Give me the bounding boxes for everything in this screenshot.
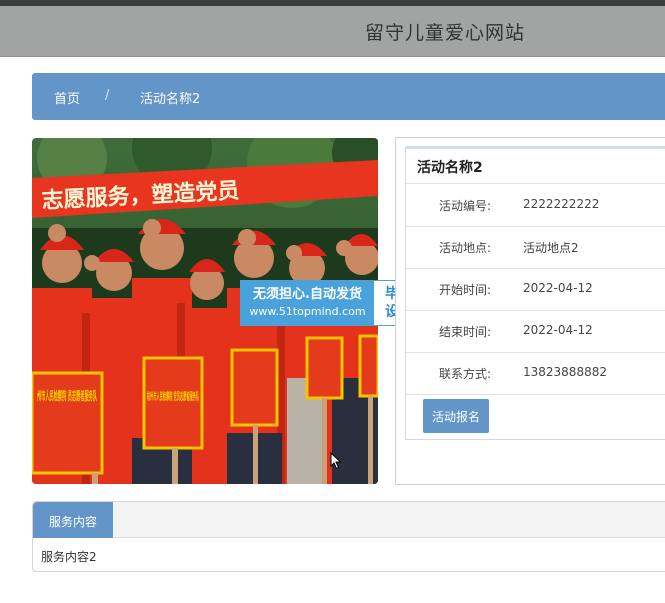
watermark-left: 无须担心.自动发货 www.51topmind.com (241, 281, 374, 325)
info-label: 开始时间: (439, 283, 492, 297)
activity-title: 活动名称2 (417, 160, 483, 176)
breadcrumb-home-link[interactable]: 首页 (54, 88, 80, 107)
info-row-number: 活动编号: 2222222222 (406, 184, 665, 227)
breadcrumb: 首页 / 活动名称2 (32, 73, 665, 120)
info-value: 活动地点2 (523, 241, 579, 255)
info-value: 13823888882 (523, 365, 607, 379)
site-title: 留守儿童爱心网站 (365, 22, 526, 44)
info-label: 结束时间: (439, 325, 492, 339)
activity-title-bar: 活动名称2 (406, 147, 665, 184)
placard-left-text: 州市人民检察院 员志愿者服务队 (37, 388, 98, 403)
info-value: 2022-04-12 (523, 323, 593, 337)
service-content: 服务内容2 (41, 550, 97, 564)
service-tab-bar: 服务内容 (33, 502, 665, 538)
info-row-start-time: 开始时间: 2022-04-12 (406, 268, 665, 311)
info-label: 活动地点: (439, 241, 492, 255)
info-label: 活动编号: (439, 199, 492, 213)
watermark-line2: www.51topmind.com (249, 305, 366, 318)
info-row-contact: 联系方式: 13823888882 (406, 352, 665, 395)
breadcrumb-separator: / (105, 88, 110, 103)
watermark-line1: 无须担心.自动发货 (253, 287, 362, 302)
placard-mid-text: 杭州市人民检察院 党员志愿者服务队 (147, 390, 199, 403)
activity-info-card: 活动名称2 活动编号: 2222222222 活动地点: 活动地点2 开始时间:… (405, 146, 665, 440)
site-header: 留守儿童爱心网站 (0, 6, 665, 57)
info-row-end-time: 结束时间: 2022-04-12 (406, 310, 665, 353)
service-panel: 服务内容 服务内容2 (32, 501, 665, 572)
signup-button[interactable]: 活动报名 (423, 399, 489, 433)
info-value: 2022-04-12 (523, 281, 593, 295)
mouse-pointer-icon (330, 451, 342, 474)
tab-service-content-label: 服务内容 (49, 515, 98, 529)
info-row-location: 活动地点: 活动地点2 (406, 226, 665, 269)
tab-service-content[interactable]: 服务内容 (33, 502, 113, 538)
info-label: 联系方式: (439, 367, 492, 381)
breadcrumb-current: 活动名称2 (140, 92, 201, 107)
info-value: 2222222222 (523, 197, 600, 211)
